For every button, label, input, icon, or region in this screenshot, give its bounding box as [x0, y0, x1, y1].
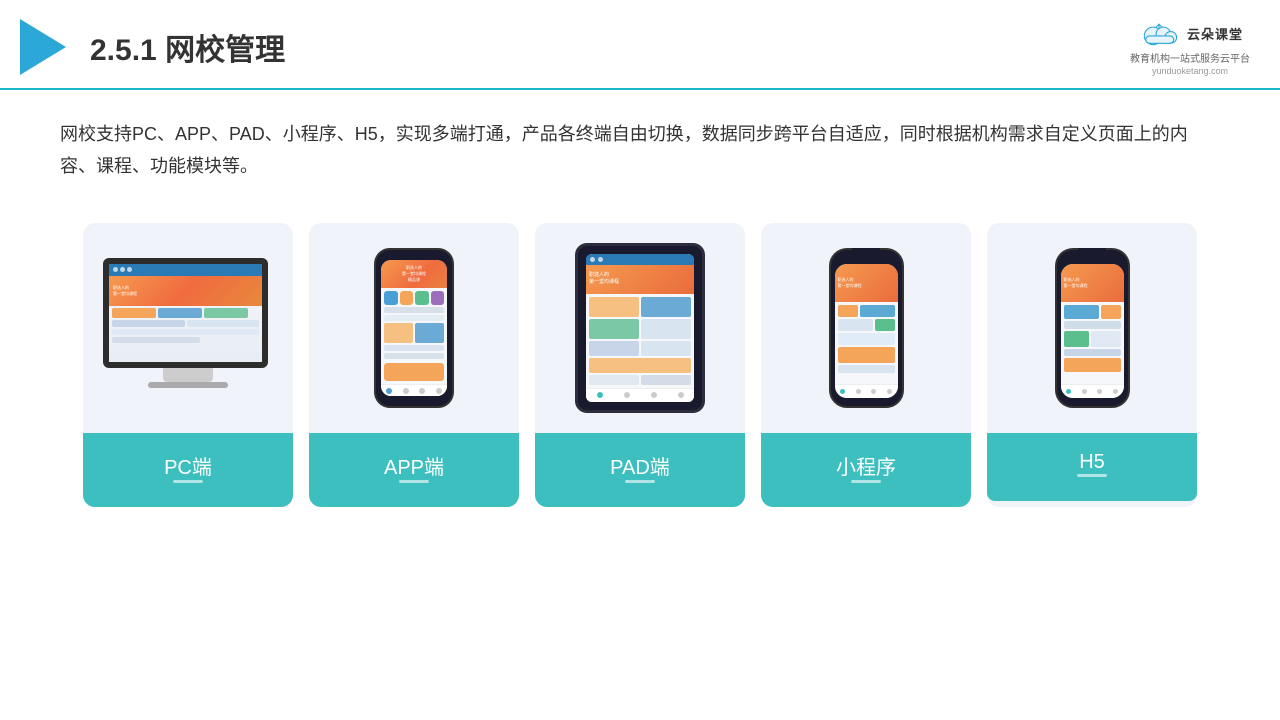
card-pc-image: 职选人的第一堂均课程 — [83, 223, 293, 433]
card-pad: 职选人的第一堂均课程 — [535, 223, 745, 507]
brand-area: 云朵课堂 教育机构一站式服务云平台 yunduoketang.com — [1130, 18, 1250, 76]
description-text: 网校支持PC、APP、PAD、小程序、H5，实现多端打通，产品各终端自由切换，数… — [0, 90, 1280, 203]
card-h5-image: 职选人的第一堂均课程 — [987, 223, 1197, 433]
card-mini: 职选人的第一堂均课程 — [761, 223, 971, 507]
section-number: 2.5.1 — [90, 34, 157, 67]
app-phone-icon: 职选人的第一堂均课程精品课 — [374, 248, 454, 408]
logo-triangle-icon — [20, 19, 66, 75]
monitor-screen: 职选人的第一堂均课程 — [103, 258, 268, 368]
screen-nav — [109, 264, 262, 276]
card-pad-image: 职选人的第一堂均课程 — [535, 223, 745, 433]
page-title: 2.5.1 网校管理 — [90, 25, 285, 69]
section-title: 网校管理 — [165, 34, 285, 67]
card-pad-label: PAD端 — [535, 433, 745, 507]
brand-url: yunduoketang.com — [1152, 66, 1228, 76]
description-paragraph: 网校支持PC、APP、PAD、小程序、H5，实现多端打通，产品各终端自由切换，数… — [60, 118, 1220, 183]
brand-tagline: 教育机构一站式服务云平台 — [1130, 50, 1250, 65]
header-left: 2.5.1 网校管理 — [20, 19, 285, 75]
brand-logo: 云朵课堂 — [1137, 18, 1243, 48]
card-pc: 职选人的第一堂均课程 — [83, 223, 293, 507]
card-h5: 职选人的第一堂均课程 — [987, 223, 1197, 507]
card-h5-label: H5 — [987, 433, 1197, 501]
card-mini-label: 小程序 — [761, 433, 971, 507]
card-app-label: APP端 — [309, 433, 519, 507]
header: 2.5.1 网校管理 云朵课堂 教育机构一站式服务云平台 yunduoketan… — [0, 0, 1280, 90]
card-app-image: 职选人的第一堂均课程精品课 — [309, 223, 519, 433]
mini-phone-icon: 职选人的第一堂均课程 — [829, 248, 904, 408]
card-mini-image: 职选人的第一堂均课程 — [761, 223, 971, 433]
h5-phone-icon: 职选人的第一堂均课程 — [1055, 248, 1130, 408]
pad-device-icon: 职选人的第一堂均课程 — [575, 243, 705, 413]
cards-container: 职选人的第一堂均课程 — [0, 203, 1280, 527]
card-app: 职选人的第一堂均课程精品课 — [309, 223, 519, 507]
screen-content: 职选人的第一堂均课程 — [109, 264, 262, 362]
pc-monitor-icon: 职选人的第一堂均课程 — [103, 258, 273, 398]
brand-name: 云朵课堂 — [1187, 24, 1243, 43]
cloud-logo-icon — [1137, 18, 1181, 48]
card-pc-label: PC端 — [83, 433, 293, 507]
